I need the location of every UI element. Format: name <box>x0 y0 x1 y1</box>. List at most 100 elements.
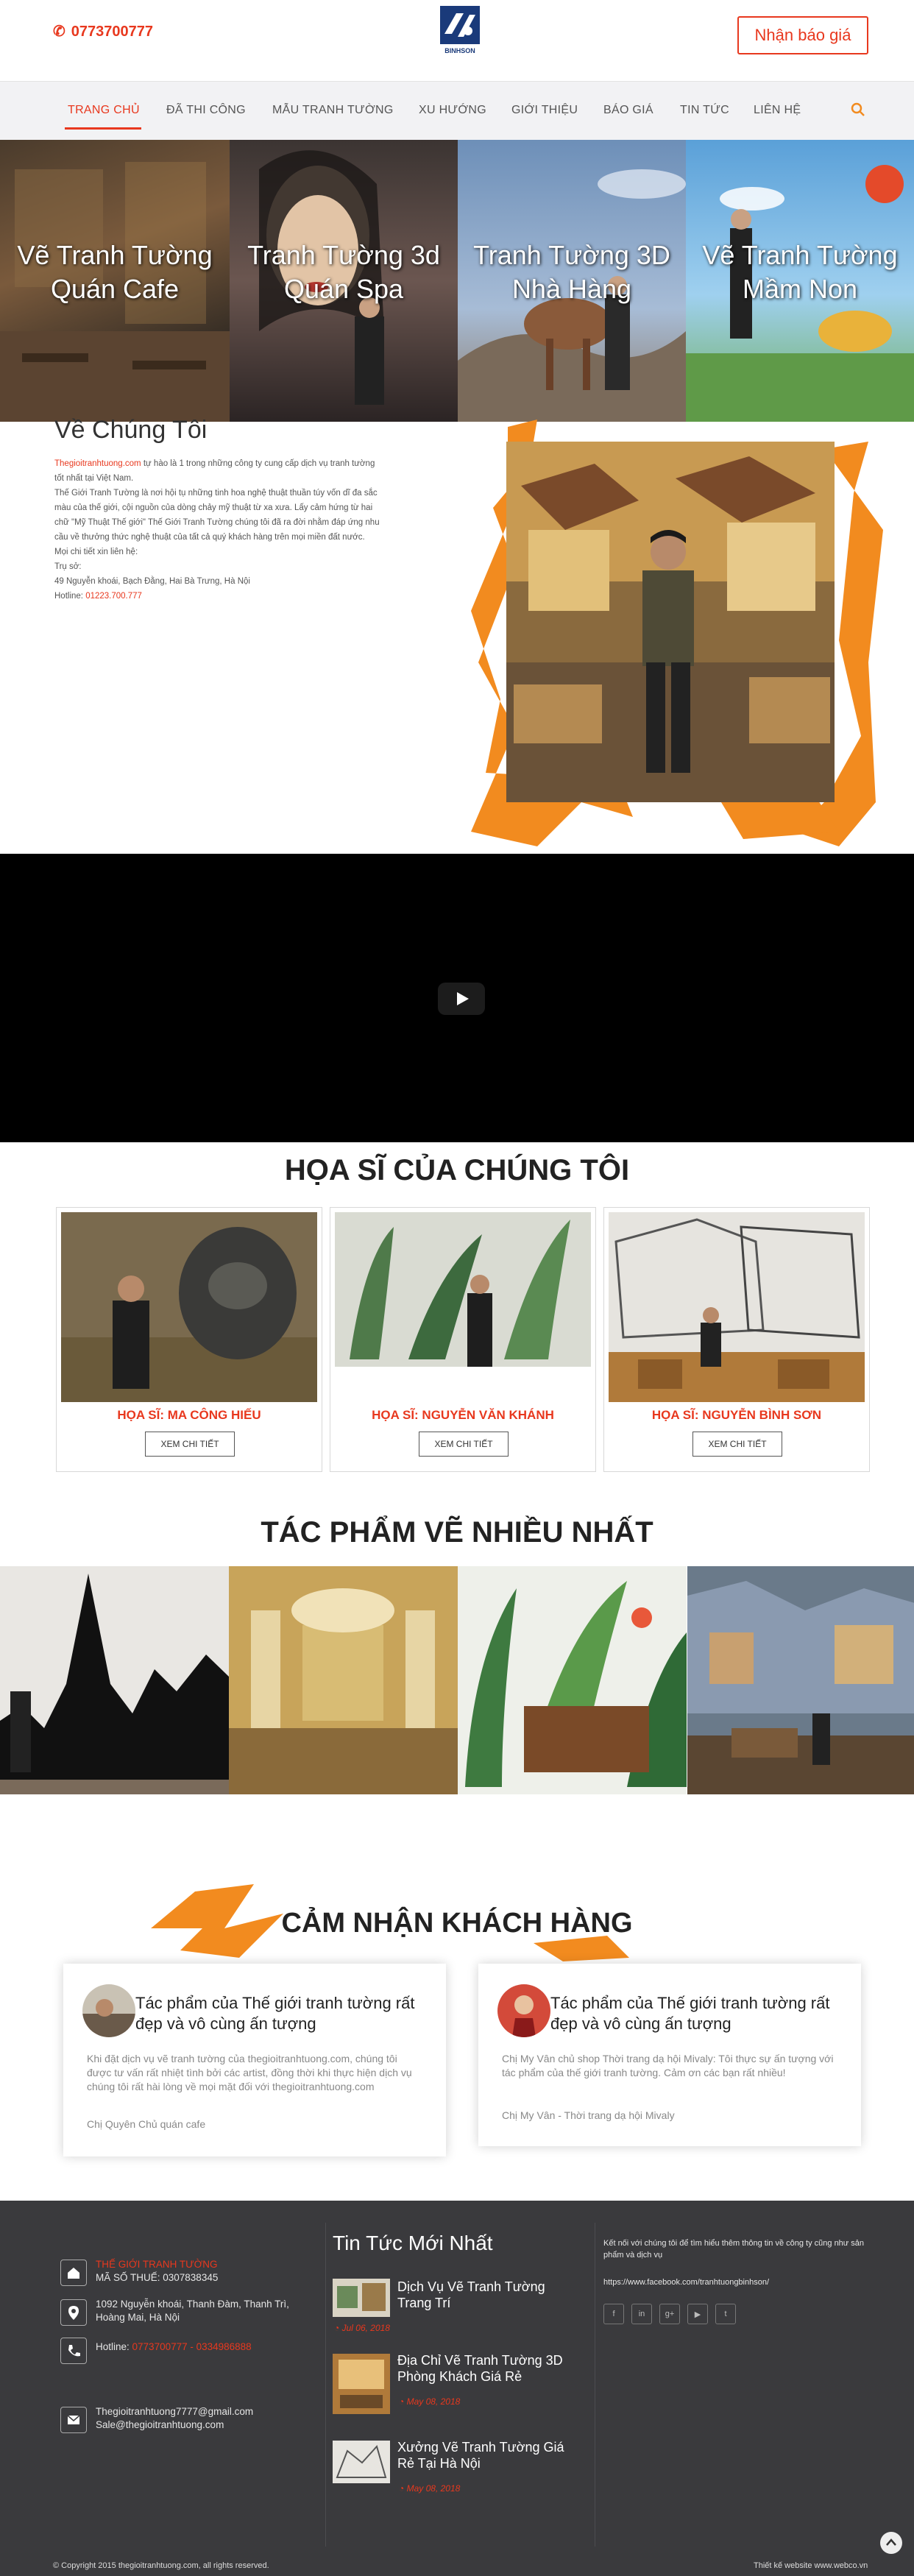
page: ✆ 0773700777 BINHSON Nhận báo giá TRANG C… <box>0 0 914 2576</box>
testimonial-card: Tác phẩm của Thế giới tranh tường rất đẹ… <box>63 1964 446 2156</box>
banner-spa[interactable]: Tranh Tường 3d Quán Spa <box>230 140 458 422</box>
testimonial-text: Chị My Vân chủ shop Thời trang dạ hội Mi… <box>502 2053 834 2078</box>
nav-item-pricing[interactable]: BÁO GIÁ <box>603 104 653 117</box>
banner-caption: Vẽ Tranh Tường Quán Cafe <box>17 240 213 304</box>
about-title: Về Chúng Tôi <box>54 416 208 444</box>
work-image[interactable] <box>0 1566 229 1794</box>
testimonial-heading: Tác phẩm của Thế giới tranh tường rất đẹ… <box>550 1994 830 2033</box>
clock-icon: ◔ <box>399 2483 407 2494</box>
twitter-icon[interactable]: t <box>715 2304 736 2324</box>
location-icon <box>60 2299 87 2326</box>
artist-details-button[interactable]: XEM CHI TIẾT <box>145 1432 235 1457</box>
about-site-link[interactable]: Thegioitranhtuong.com <box>54 459 141 468</box>
clock-icon: ◔ <box>334 2323 342 2333</box>
youtube-icon[interactable]: ▶ <box>687 2304 708 2324</box>
footer-emails: Thegioitranhtuong7777@gmail.com Sale@the… <box>96 2405 253 2432</box>
banner-kindergarten[interactable]: Vẽ Tranh Tường Mầm Non <box>686 140 914 422</box>
about-intro: Thegioitranhtuong.com tự hào là 1 trong … <box>54 456 383 486</box>
artist-card: HỌA SĨ: NGUYỄN VĂN KHÁNH XEM CHI TIẾT <box>330 1207 596 1472</box>
footer-social-text: Kết nối với chúng tôi để tìm hiểu thêm t… <box>603 2239 864 2260</box>
about-paragraph: Thế Giới Tranh Tường là nơi hội tụ những… <box>54 489 380 542</box>
footer-company: THẾ GIỚI TRANH TƯỜNG <box>96 2259 218 2270</box>
news-title[interactable]: Dịch Vụ Vẽ Tranh Tường Trang Trí <box>397 2279 581 2311</box>
banner-caption: Vẽ Tranh Tường Mầm Non <box>702 240 898 304</box>
footer-email-2[interactable]: Sale@thegioitranhtuong.com <box>96 2418 253 2432</box>
news-date-text: May 08, 2018 <box>406 2396 461 2407</box>
artist-photo <box>609 1212 865 1402</box>
testimonials-section-title: CẢM NHẬN KHÁCH HÀNG <box>281 1908 633 1939</box>
about-office-label: Trụ sở: <box>54 562 82 571</box>
work-image[interactable] <box>458 1566 687 1794</box>
phone-icon <box>60 2338 87 2364</box>
testimonial-text: Khi đặt dịch vụ vẽ tranh tường của thegi… <box>87 2053 412 2092</box>
search-icon[interactable] <box>850 102 866 118</box>
header-phone[interactable]: ✆ 0773700777 <box>53 22 153 40</box>
news-thumbnail[interactable] <box>333 2441 390 2483</box>
facebook-icon[interactable]: f <box>603 2304 624 2324</box>
artist-photo <box>335 1212 591 1402</box>
news-thumbnail[interactable] <box>333 2354 390 2414</box>
work-image[interactable] <box>229 1566 458 1794</box>
footer-address: 1092 Nguyễn khoái, Thanh Đàm, Thanh Trì,… <box>96 2299 289 2323</box>
about-body: Thegioitranhtuong.com tự hào là 1 trong … <box>54 456 383 604</box>
nav-item-about[interactable]: GIỚI THIỆU <box>511 104 578 117</box>
news-title[interactable]: Địa Chỉ Vẽ Tranh Tường 3D Phòng Khách Gi… <box>397 2352 581 2385</box>
artist-card: HỌA SĨ: MA CÔNG HIẾU XEM CHI TIẾT <box>56 1207 322 1472</box>
about-contact-note: Mọi chi tiết xin liên hệ: <box>54 548 138 556</box>
main-nav: TRANG CHỦ ĐÃ THI CÔNG MẪU TRANH TƯỜNG XU… <box>0 81 914 140</box>
play-icon[interactable] <box>438 983 485 1015</box>
footer-facebook-link[interactable]: https://www.facebook.com/tranhtuongbinhs… <box>603 2276 769 2289</box>
artist-name: HỌA SĨ: MA CÔNG HIẾU <box>117 1408 261 1422</box>
header-phone-number: 0773700777 <box>71 24 153 40</box>
footer-copyright: © Copyright 2015 thegioitranhtuong.com, … <box>53 2561 269 2570</box>
top-bar: ✆ 0773700777 BINHSON Nhận báo giá <box>0 0 914 81</box>
nav-item-news[interactable]: TIN TỨC <box>680 104 729 117</box>
news-date-text: Jul 06, 2018 <box>341 2323 390 2333</box>
news-title[interactable]: Xưởng Vẽ Tranh Tường Giá Rẻ Tại Hà Nội <box>397 2439 581 2471</box>
news-date: ◔ May 08, 2018 <box>399 2396 460 2407</box>
nav-active-indicator <box>65 127 141 130</box>
nav-item-contact[interactable]: LIÊN HỆ <box>754 104 801 117</box>
news-thumbnail[interactable] <box>333 2279 390 2317</box>
banner-caption: Tranh Tường 3d Quán Spa <box>247 240 440 304</box>
news-date-text: May 08, 2018 <box>406 2483 461 2494</box>
scroll-top-icon[interactable] <box>880 2532 902 2554</box>
artist-name: HỌA SĨ: NGUYỄN BÌNH SƠN <box>651 1408 822 1422</box>
footer-credit[interactable]: Thiết kế website www.webco.vn <box>754 2561 868 2570</box>
nav-item-trends[interactable]: XU HƯỚNG <box>419 104 486 117</box>
footer-news-title: Tin Tức Mới Nhất <box>333 2232 493 2254</box>
artist-card: HỌA SĨ: NGUYỄN BÌNH SƠN XEM CHI TIẾT <box>603 1207 870 1472</box>
about-hotline-number[interactable]: 01223.700.777 <box>85 592 142 601</box>
footer-email-1[interactable]: Thegioitranhtuong7777@gmail.com <box>96 2405 253 2418</box>
work-image[interactable] <box>687 1566 914 1794</box>
footer-hotline-number[interactable]: 0773700777 - 0334986888 <box>132 2341 252 2352</box>
avatar <box>497 1984 550 2037</box>
testimonial-heading: Tác phẩm của Thế giới tranh tường rất đẹ… <box>135 1994 415 2033</box>
banner-cafe[interactable]: Vẽ Tranh Tường Quán Cafe <box>0 140 230 422</box>
nav-item-home[interactable]: TRANG CHỦ <box>68 104 140 117</box>
avatar <box>82 1984 135 2037</box>
footer-company-info: THẾ GIỚI TRANH TƯỜNG MÃ SỐ THUẾ: 0307838… <box>96 2258 218 2285</box>
news-date: ◔ Jul 06, 2018 <box>334 2323 390 2333</box>
artist-details-button[interactable]: XEM CHI TIẾT <box>692 1432 782 1457</box>
artist-details-button[interactable]: XEM CHI TIẾT <box>419 1432 509 1457</box>
about-photo <box>506 442 835 802</box>
phone-icon: ✆ <box>53 24 65 40</box>
email-icon <box>60 2407 87 2433</box>
footer-tax: MÃ SỐ THUẾ: 0307838345 <box>96 2272 219 2283</box>
works-section-title: TÁC PHẨM VẼ NHIỀU NHẤT <box>261 1516 653 1549</box>
svg-text:BINHSON: BINHSON <box>444 47 475 54</box>
artists-section-title: HỌA SĨ CỦA CHÚNG TÔI <box>284 1154 630 1186</box>
quote-button[interactable]: Nhận báo giá <box>737 16 868 54</box>
testimonial-author: Chị My Vân - Thời trang dạ hội Mivaly <box>502 2109 675 2121</box>
google-plus-icon[interactable]: g+ <box>659 2304 680 2324</box>
banner-restaurant[interactable]: Tranh Tường 3D Nhà Hàng <box>458 140 686 422</box>
news-date: ◔ May 08, 2018 <box>399 2483 460 2494</box>
testimonial-author: Chị Quyên Chủ quán cafe <box>87 2118 206 2130</box>
site-logo[interactable]: BINHSON <box>439 4 481 56</box>
nav-item-wall-samples[interactable]: MẪU TRANH TƯỜNG <box>272 104 394 117</box>
linkedin-icon[interactable]: in <box>631 2304 652 2324</box>
clock-icon: ◔ <box>399 2396 407 2407</box>
nav-item-projects[interactable]: ĐÃ THI CÔNG <box>166 104 246 117</box>
artist-name: HỌA SĨ: NGUYỄN VĂN KHÁNH <box>372 1408 554 1422</box>
